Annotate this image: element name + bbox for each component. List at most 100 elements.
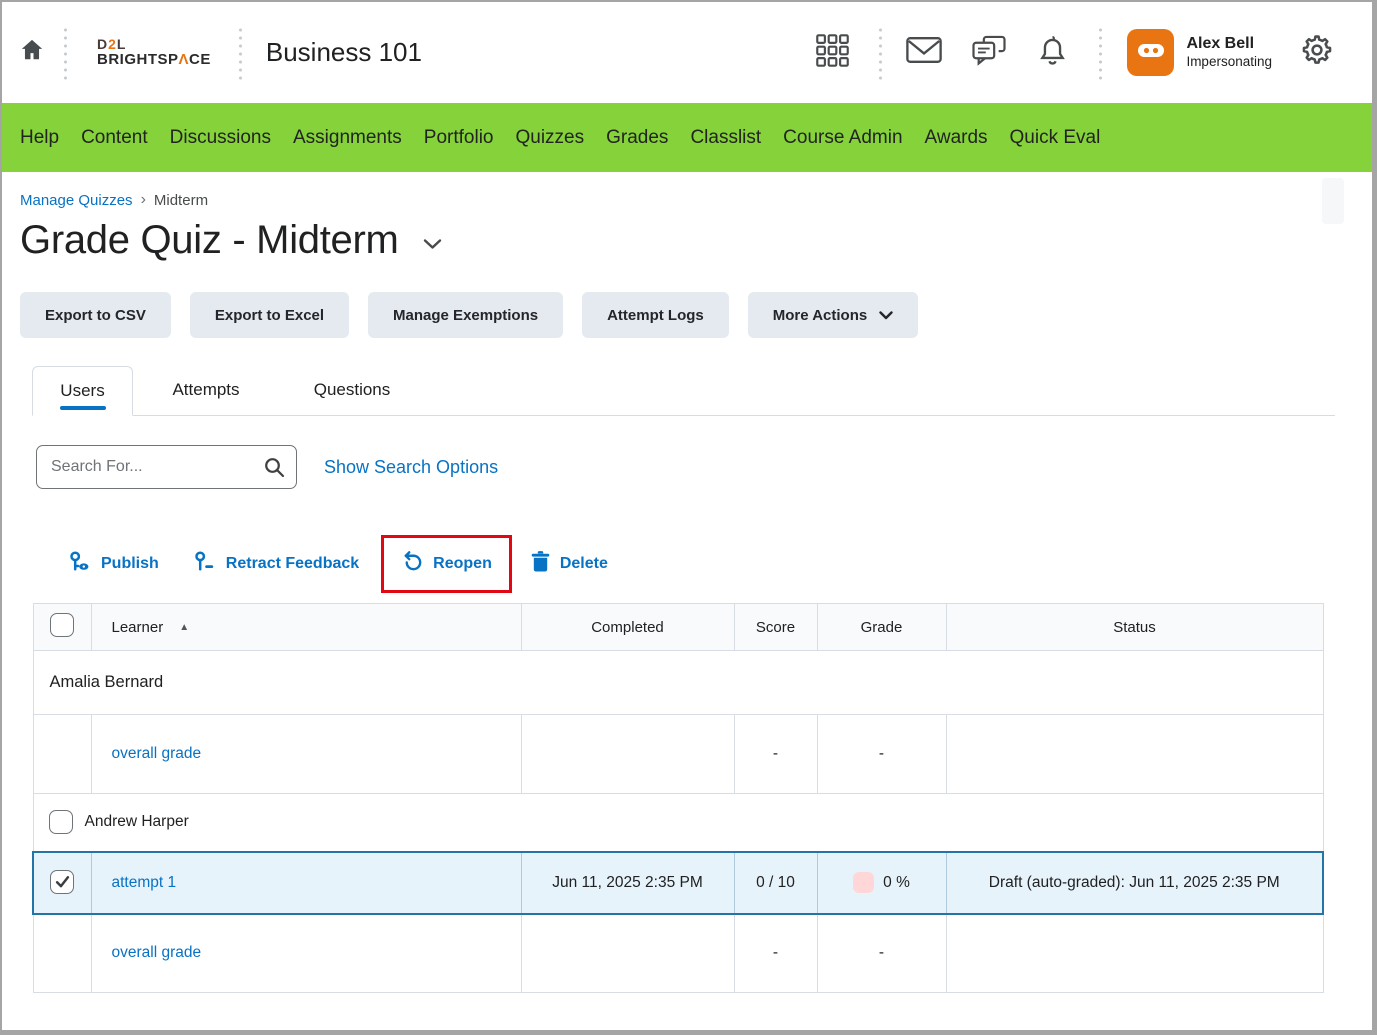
app-grid-button[interactable]	[816, 34, 849, 72]
nav-portfolio[interactable]: Portfolio	[413, 127, 505, 149]
mail-icon	[906, 36, 942, 69]
nav-quizzes[interactable]: Quizzes	[504, 127, 595, 149]
status-cell: Draft (auto-graded): Jun 11, 2025 2:35 P…	[946, 852, 1323, 914]
grade-cell: -	[817, 914, 946, 993]
manage-exemptions-button[interactable]: Manage Exemptions	[368, 292, 563, 338]
user-status: Impersonating	[1186, 54, 1272, 71]
nav-discussions[interactable]: Discussions	[159, 127, 282, 149]
table-header-row: Learner ▲ Completed Score Grade Status	[33, 604, 1323, 651]
breadcrumb: Manage Quizzes › Midterm	[20, 191, 1372, 209]
nav-grades[interactable]: Grades	[595, 127, 679, 149]
notifications-button[interactable]	[1036, 34, 1069, 72]
chat-icon	[972, 35, 1006, 71]
divider-dots	[1099, 26, 1102, 80]
search-input[interactable]	[36, 445, 297, 489]
learner-name: Amalia Bernard	[33, 651, 1323, 715]
more-actions-button[interactable]: More Actions	[748, 292, 918, 338]
user-name: Alex Bell	[1186, 34, 1272, 54]
sort-by-learner[interactable]: Learner ▲	[112, 619, 190, 636]
export-csv-button[interactable]: Export to CSV	[20, 292, 171, 338]
page-title: Grade Quiz - Midterm	[20, 218, 399, 263]
nav-quick-eval[interactable]: Quick Eval	[999, 127, 1112, 149]
bell-icon	[1036, 34, 1069, 72]
score-cell: -	[734, 914, 817, 993]
grade-cell: -	[817, 715, 946, 794]
export-excel-button[interactable]: Export to Excel	[190, 292, 349, 338]
scrollbar-thumb[interactable]	[1322, 178, 1344, 224]
top-bar: D2L BRIGHTSPΛCE Business 101	[2, 2, 1372, 103]
score-cell: 0 / 10	[734, 852, 817, 914]
attempt-checkbox-checked[interactable]	[50, 870, 74, 894]
column-completed: Completed	[521, 604, 734, 651]
learner-group-row: Amalia Bernard	[33, 651, 1323, 715]
nav-classlist[interactable]: Classlist	[679, 127, 772, 149]
overall-grade-link[interactable]: overall grade	[112, 745, 202, 762]
overall-grade-row: overall grade - -	[33, 715, 1323, 794]
tab-questions[interactable]: Questions	[279, 365, 425, 415]
learner-group-row: Andrew Harper	[33, 794, 1323, 852]
nav-help[interactable]: Help	[9, 127, 70, 149]
nav-course-admin[interactable]: Course Admin	[772, 127, 913, 149]
column-learner: Learner ▲	[91, 604, 521, 651]
bulk-actions: Publish Retract Feedback Reopen	[38, 535, 1372, 593]
select-all-cell	[33, 604, 91, 651]
course-title: Business 101	[266, 37, 422, 68]
breadcrumb-current: Midterm	[154, 192, 208, 209]
grade-indicator-icon	[853, 872, 874, 893]
impersonation-mask-icon	[1135, 36, 1167, 69]
nav-content[interactable]: Content	[70, 127, 159, 149]
divider-dots	[239, 26, 242, 80]
column-grade: Grade	[817, 604, 946, 651]
breadcrumb-manage-quizzes[interactable]: Manage Quizzes	[20, 192, 133, 209]
nav-assignments[interactable]: Assignments	[282, 127, 413, 149]
overall-grade-row: overall grade - -	[33, 914, 1323, 993]
grade-cell: 0 %	[817, 852, 946, 914]
delete-button[interactable]: Delete	[530, 550, 608, 578]
nav-awards[interactable]: Awards	[914, 127, 999, 149]
user-info[interactable]: Alex Bell Impersonating	[1186, 34, 1272, 71]
learner-checkbox[interactable]	[49, 810, 73, 834]
grid-icon	[816, 34, 849, 72]
sort-ascending-icon: ▲	[179, 622, 189, 633]
publish-button[interactable]: Publish	[68, 550, 159, 579]
chevron-down-icon	[879, 307, 893, 324]
tab-bar: Users Attempts Questions	[32, 365, 1335, 416]
reopen-undo-icon	[401, 550, 424, 578]
brightspace-logo[interactable]: D2L BRIGHTSPΛCE	[97, 37, 211, 67]
reopen-highlight-box: Reopen	[381, 535, 512, 593]
retract-feedback-button[interactable]: Retract Feedback	[193, 550, 359, 579]
messages-button[interactable]	[906, 36, 942, 69]
d2l-wordmark: D2L	[97, 37, 211, 52]
search-icon[interactable]	[263, 456, 286, 484]
brightspace-wordmark: BRIGHTSPΛCE	[97, 52, 211, 68]
publish-key-eye-icon	[68, 550, 92, 579]
retract-key-minus-icon	[193, 550, 217, 579]
users-table: Learner ▲ Completed Score Grade Status A…	[32, 603, 1324, 993]
tab-users[interactable]: Users	[32, 366, 133, 416]
column-score: Score	[734, 604, 817, 651]
user-avatar[interactable]	[1127, 29, 1174, 76]
breadcrumb-separator: ›	[141, 191, 146, 209]
chat-button[interactable]	[972, 35, 1006, 71]
attempt-logs-button[interactable]: Attempt Logs	[582, 292, 729, 338]
attempt-row-selected: attempt 1 Jun 11, 2025 2:35 PM 0 / 10 0 …	[33, 852, 1323, 914]
column-status: Status	[946, 604, 1323, 651]
home-icon	[19, 37, 45, 68]
reopen-button[interactable]: Reopen	[401, 550, 492, 578]
learner-name: Andrew Harper	[85, 813, 189, 831]
show-search-options-link[interactable]: Show Search Options	[324, 457, 498, 478]
overall-grade-link[interactable]: overall grade	[112, 944, 202, 961]
tab-attempts[interactable]: Attempts	[133, 365, 279, 415]
title-dropdown-button[interactable]	[423, 237, 442, 255]
home-button[interactable]	[19, 37, 45, 68]
settings-button[interactable]	[1300, 33, 1334, 72]
divider-dots	[64, 26, 67, 80]
toolbar: Export to CSV Export to Excel Manage Exe…	[20, 292, 1372, 338]
course-navbar: Help Content Discussions Assignments Por…	[2, 103, 1372, 172]
completed-cell: Jun 11, 2025 2:35 PM	[521, 852, 734, 914]
score-cell: -	[734, 715, 817, 794]
main-content: Manage Quizzes › Midterm Grade Quiz - Mi…	[2, 191, 1372, 993]
trash-icon	[530, 550, 551, 578]
attempt-link[interactable]: attempt 1	[112, 874, 177, 891]
select-all-checkbox[interactable]	[50, 613, 74, 637]
